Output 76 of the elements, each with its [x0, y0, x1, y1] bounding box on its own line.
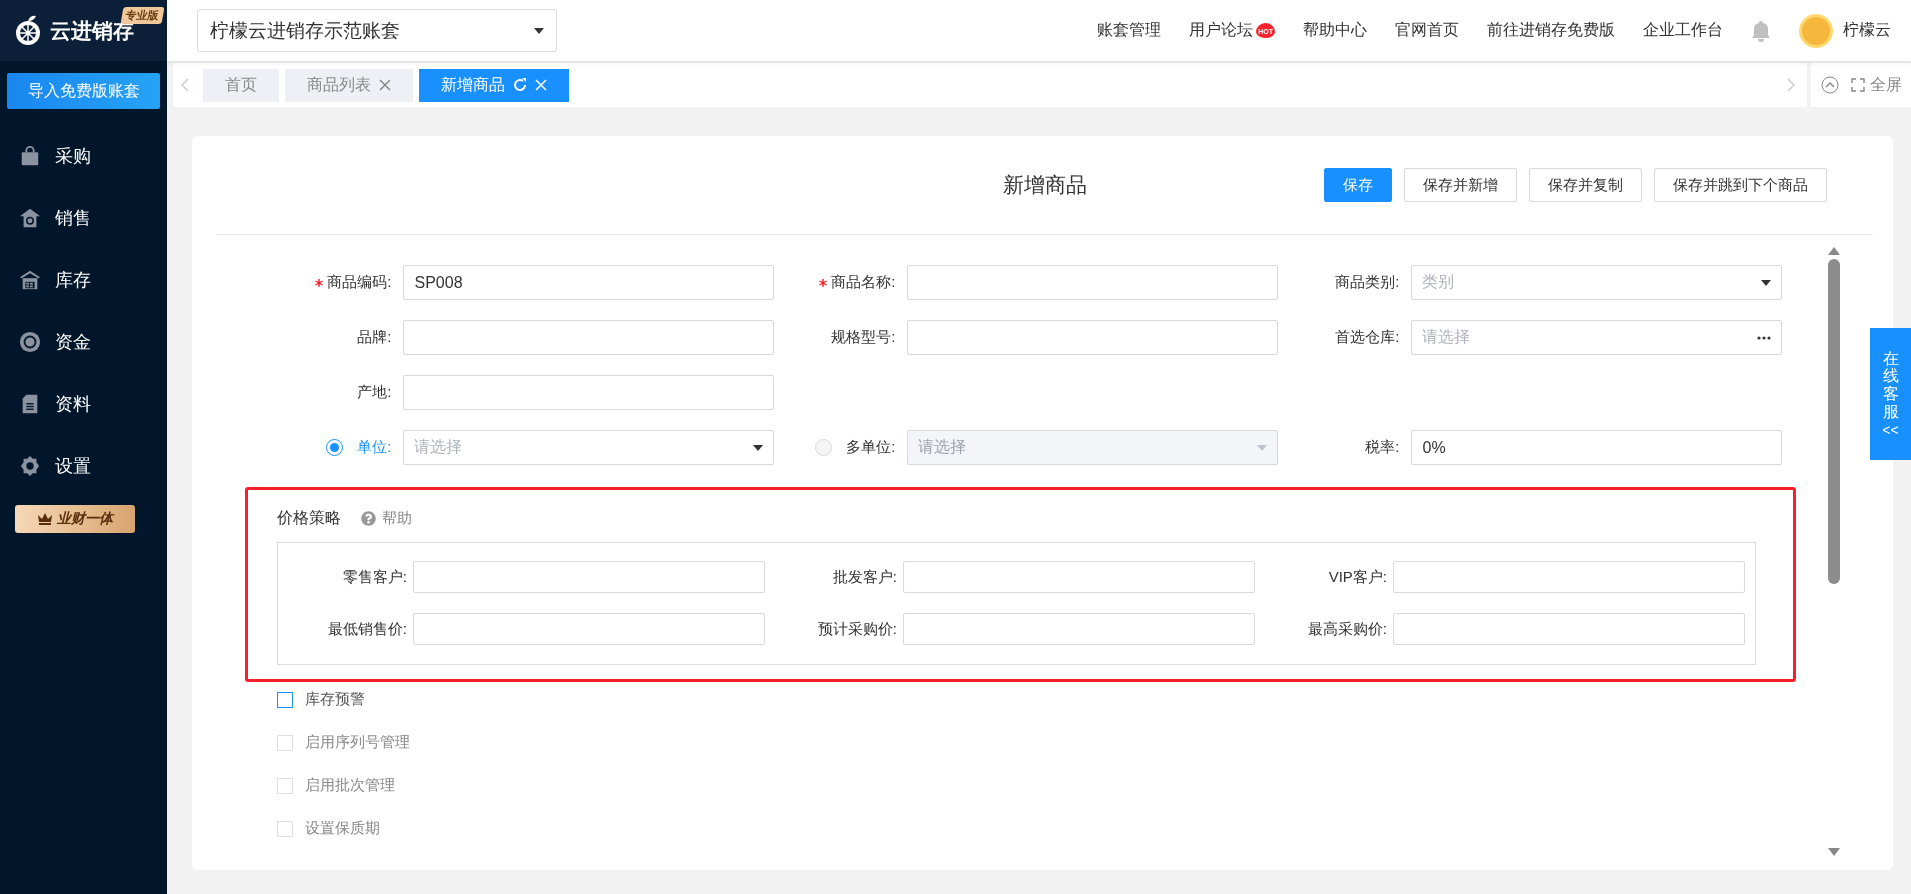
sidebar-item[interactable]: 设置	[0, 435, 167, 497]
nav-link[interactable]: 企业工作台	[1643, 20, 1723, 41]
scroll-up-icon[interactable]	[1828, 247, 1840, 255]
chevron-right-icon[interactable]	[1787, 78, 1795, 92]
section-title: 价格策略	[277, 507, 341, 528]
sidebar-item[interactable]: 销售	[0, 187, 167, 249]
settings-icon	[19, 455, 41, 477]
avatar[interactable]	[1799, 13, 1833, 48]
input-field[interactable]	[907, 265, 1278, 300]
nav-link[interactable]: 账套管理	[1097, 20, 1162, 41]
input-field[interactable]	[403, 320, 774, 355]
refresh-icon[interactable]	[513, 78, 527, 92]
coin-icon	[19, 331, 41, 353]
field-label: 预计采购价:	[816, 619, 897, 639]
field-label: 产地:	[357, 383, 392, 402]
sidebar-item[interactable]: 资料	[0, 373, 167, 435]
field-label: 规格型号:	[831, 328, 896, 347]
field-label: 多单位:	[846, 438, 896, 457]
field-label: VIP客户:	[1327, 567, 1387, 587]
close-icon[interactable]	[379, 79, 391, 91]
action-button[interactable]: 保存并跳到下个商品	[1654, 168, 1827, 202]
field-label: 税率:	[1365, 438, 1400, 457]
expand-icon	[1850, 78, 1865, 92]
nav-link[interactable]: 帮助中心	[1303, 20, 1367, 41]
bell-icon[interactable]	[1751, 19, 1771, 42]
field-label: 商品类别:	[1335, 273, 1400, 292]
field-label: 零售客户:	[341, 567, 407, 587]
sidebar-item[interactable]: 资金	[0, 311, 167, 373]
input-field[interactable]: 0%	[1411, 430, 1782, 465]
input-field[interactable]	[403, 375, 774, 410]
sidebar-item[interactable]: 采购	[0, 125, 167, 187]
caret-icon	[1761, 279, 1771, 286]
crown-icon	[37, 513, 52, 525]
checkbox-label: 设置保质期	[305, 819, 380, 838]
field-label: 单位:	[357, 438, 392, 457]
price-input[interactable]	[903, 561, 1255, 593]
scroll-down-icon[interactable]	[1828, 848, 1840, 856]
warehouse-icon	[19, 269, 41, 291]
nav-link[interactable]: 官网首页	[1395, 20, 1459, 41]
checkbox-label: 库存预警	[305, 690, 365, 709]
collapse-icon[interactable]	[1820, 76, 1839, 94]
checkbox-label: 启用序列号管理	[305, 733, 410, 752]
price-input[interactable]	[1393, 561, 1745, 593]
action-button[interactable]: 保存并复制	[1529, 168, 1642, 202]
field-label: 最高采购价:	[1306, 619, 1387, 639]
price-tag-icon	[19, 207, 41, 229]
nav-link[interactable]: 前往进销存免费版	[1487, 20, 1615, 41]
price-input[interactable]	[413, 613, 765, 645]
radio-button[interactable]	[326, 439, 344, 456]
price-input[interactable]	[413, 561, 765, 593]
field-label: 批发客户:	[831, 567, 897, 587]
input-field[interactable]: SP008	[403, 265, 774, 300]
caret-icon	[1257, 444, 1267, 451]
field-label: 品牌:	[357, 328, 392, 347]
price-input[interactable]	[1393, 613, 1745, 645]
help-icon	[361, 510, 376, 526]
help-link[interactable]: 帮助	[361, 508, 412, 528]
more-icon[interactable]	[1757, 335, 1771, 340]
shopping-bag-icon	[19, 145, 41, 167]
input-field[interactable]	[907, 320, 1278, 355]
caret-icon	[753, 444, 763, 451]
checkbox-label: 启用批次管理	[305, 776, 395, 795]
promo-badge[interactable]: 业财一体	[15, 505, 135, 533]
caret-icon	[534, 27, 544, 34]
price-input[interactable]	[903, 613, 1255, 645]
checkbox[interactable]	[277, 691, 293, 708]
field-label: 首选仓库:	[1335, 328, 1400, 347]
action-button[interactable]: 保存并新增	[1404, 168, 1517, 202]
user-name[interactable]: 柠檬云	[1843, 20, 1891, 41]
field-label: 商品名称:	[831, 273, 896, 292]
field-label: 商品编码:	[327, 273, 392, 292]
account-select[interactable]: 柠檬云进销存示范账套	[197, 9, 557, 52]
chevron-left-icon[interactable]	[181, 78, 189, 92]
sidebar-item[interactable]: 库存	[0, 249, 167, 311]
field-label: 最低销售价:	[326, 619, 407, 639]
form-title: 新增商品	[1002, 172, 1087, 198]
